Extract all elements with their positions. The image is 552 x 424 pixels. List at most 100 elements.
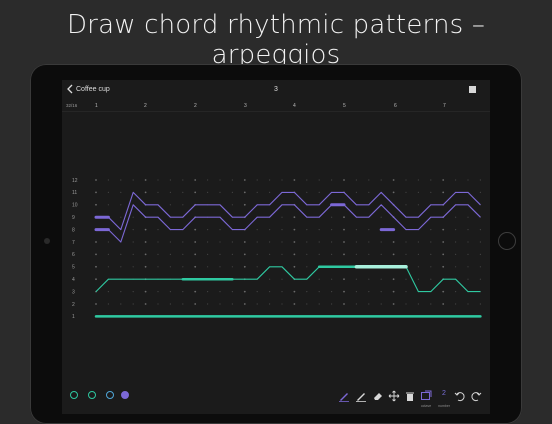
number-label: number <box>438 404 450 408</box>
grid-dot <box>231 291 233 293</box>
grid-dot <box>343 278 345 281</box>
grid-dot <box>182 191 184 193</box>
grid-dot <box>132 303 134 305</box>
trash-icon[interactable] <box>404 390 416 402</box>
grid-dot <box>467 253 469 255</box>
lower-voice-line <box>96 204 481 243</box>
grid-dot <box>455 303 457 305</box>
grid-dot <box>256 191 258 193</box>
grid-dot <box>293 216 296 219</box>
grid-dot <box>120 191 122 193</box>
number-value[interactable]: 2 <box>439 390 449 397</box>
grid-dot <box>243 303 246 305</box>
grid-dot <box>467 229 469 231</box>
row-label: 4 <box>72 277 75 283</box>
grid-dot <box>169 191 171 193</box>
chord-slot-4[interactable] <box>121 391 129 399</box>
grid-dot <box>331 216 333 218</box>
grid-dot <box>430 266 432 268</box>
grid-dot <box>281 291 283 293</box>
grid-dot <box>306 303 308 305</box>
grid-dot <box>430 241 432 243</box>
row-label: 3 <box>72 289 75 295</box>
grid-dot <box>442 290 445 293</box>
grid-dot <box>169 266 171 268</box>
octave-icon[interactable] <box>420 390 432 402</box>
headline: Draw chord rhythmic patterns – arpeggios <box>66 10 486 70</box>
grid-dot <box>95 278 97 281</box>
grid-dot <box>318 241 320 243</box>
grid-dot <box>207 241 209 243</box>
redo-icon[interactable] <box>470 390 482 402</box>
grid-dot <box>120 204 122 206</box>
grid-dot <box>380 303 382 305</box>
grid-dot <box>269 179 271 181</box>
grid-dot <box>417 241 419 243</box>
grid-dot <box>243 241 246 243</box>
grid-dot <box>380 179 382 181</box>
grid-dot <box>182 291 184 293</box>
bottom-toolbar: octave 2 number <box>62 384 490 414</box>
grid-dot <box>207 191 209 193</box>
eraser-icon[interactable] <box>372 390 384 402</box>
undo-icon[interactable] <box>454 390 466 402</box>
grid-dot <box>293 303 296 305</box>
grid-dot <box>306 266 308 268</box>
grid-dot <box>417 204 419 206</box>
grid-dot <box>380 216 382 218</box>
grid-dot <box>194 265 197 268</box>
grid-dot <box>219 191 221 193</box>
grid-dot <box>120 291 122 293</box>
grid-dot <box>256 241 258 243</box>
pen-icon[interactable] <box>338 390 350 402</box>
grid-dot <box>219 229 221 231</box>
grid-dot <box>479 241 481 243</box>
grid-dot <box>368 303 370 305</box>
grid-dot <box>95 303 97 305</box>
move-icon[interactable] <box>388 390 400 402</box>
grid-dot <box>144 241 147 243</box>
grid-dot <box>479 266 481 268</box>
grid-dot <box>392 253 395 256</box>
grid-dot <box>306 253 308 255</box>
grid-dot <box>343 179 345 181</box>
grid-dot <box>144 253 147 256</box>
grid-dot <box>157 179 159 181</box>
grid-dot <box>467 266 469 268</box>
grid-dot <box>355 303 357 305</box>
grid-dot <box>293 241 296 243</box>
row-label: 9 <box>72 215 75 221</box>
grid-dot <box>207 253 209 255</box>
grid-dot <box>132 291 134 293</box>
grid-dot <box>455 266 457 268</box>
grid-dot <box>405 241 407 243</box>
chord-slot-2[interactable] <box>88 391 96 399</box>
grid-dot <box>442 179 445 181</box>
grid-dot <box>182 204 184 206</box>
grid-dot <box>194 241 197 243</box>
chord-slot-1[interactable] <box>70 391 78 399</box>
grid-dot <box>243 179 246 181</box>
grid-dot <box>405 204 407 206</box>
chord-slot-3[interactable] <box>106 391 114 399</box>
grid-dot <box>479 278 481 280</box>
grid-dot <box>182 303 184 305</box>
grid-dot <box>417 179 419 181</box>
grid-dot <box>467 216 469 218</box>
grid-dot <box>169 253 171 255</box>
grid-dot <box>269 229 271 231</box>
grid-dot <box>144 265 147 268</box>
grid-dot <box>442 228 445 231</box>
grid-dot <box>479 179 481 181</box>
line-pen-icon[interactable] <box>355 390 367 402</box>
home-button <box>498 232 516 250</box>
grid-dot <box>442 253 445 256</box>
grid-dot <box>430 278 432 280</box>
grid-dot <box>430 253 432 255</box>
pattern-grid[interactable]: 12 11 10 9 8 7 6 5 4 3 2 1 <box>62 80 490 384</box>
grid-dot <box>107 204 109 206</box>
row-label: 2 <box>72 302 75 308</box>
grid-dot <box>293 253 296 256</box>
grid-dot <box>479 229 481 231</box>
grid-dot <box>231 179 233 181</box>
